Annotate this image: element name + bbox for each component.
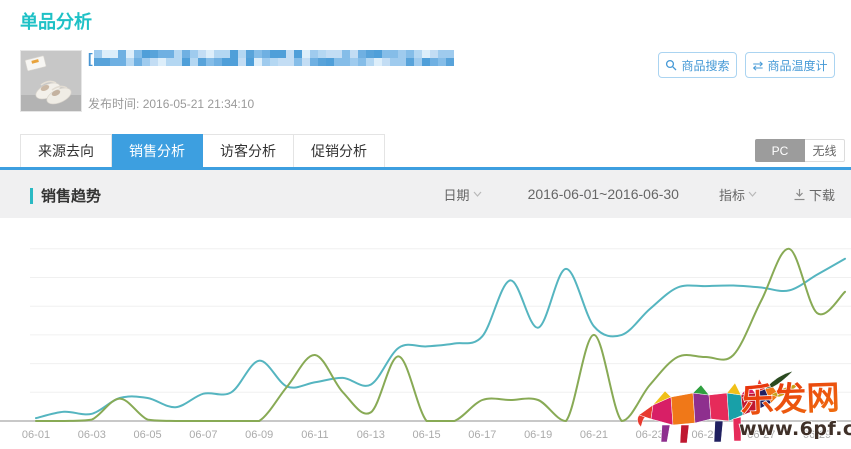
date-dropdown-label: 日期	[444, 185, 470, 204]
svg-text:06-17: 06-17	[468, 429, 496, 441]
download-label: 下载	[809, 185, 835, 204]
toggle-pc[interactable]: PC	[755, 139, 805, 162]
svg-text:06-27: 06-27	[747, 429, 775, 441]
tab-sales-analysis[interactable]: 销售分析	[112, 134, 203, 168]
chevron-down-icon	[473, 191, 482, 197]
sales-trend-chart-area: 06-01 06-03 06-05 06-07 06-09 06-11 06-13 06-15…	[0, 218, 851, 449]
download-icon	[793, 188, 806, 201]
svg-text:06-07: 06-07	[189, 429, 217, 441]
svg-text:06-11: 06-11	[301, 429, 328, 441]
sales-trend-section-bar: 销售趋势 日期 2016-06-01~2016-06-30 指标	[0, 170, 851, 218]
svg-text:06-25: 06-25	[691, 429, 719, 441]
svg-text:06-05: 06-05	[134, 429, 162, 441]
swap-arrows-icon: ⇄	[753, 59, 764, 72]
search-icon	[665, 59, 677, 71]
toggle-wireless[interactable]: 无线	[805, 139, 845, 162]
svg-text:06-29: 06-29	[803, 429, 831, 441]
publish-time-row: 发布时间: 2016-05-21 21:34:10	[88, 95, 254, 112]
date-dropdown[interactable]: 日期	[444, 185, 482, 204]
svg-text:06-23: 06-23	[636, 429, 664, 441]
product-search-button[interactable]: 商品搜索	[658, 52, 737, 78]
tab-visitor-analysis[interactable]: 访客分析	[203, 134, 294, 168]
svg-text:06-13: 06-13	[357, 429, 385, 441]
product-thermometer-label: 商品温度计	[767, 57, 827, 74]
metric-dropdown-label: 指标	[719, 185, 745, 204]
metric-dropdown[interactable]: 指标	[719, 185, 757, 204]
product-thermometer-button[interactable]: ⇄ 商品温度计	[745, 52, 835, 78]
device-toggle: PC 无线	[755, 139, 845, 162]
svg-text:06-21: 06-21	[580, 429, 608, 441]
publish-time-label: 发布时间:	[88, 97, 139, 111]
single-product-analysis-page: 单品分析 [ 发布时间: 2016-05-21 21:34:10	[0, 0, 851, 449]
date-range-value: 2016-06-01~2016-06-30	[528, 186, 679, 202]
section-controls: 日期 2016-06-01~2016-06-30 指标 下载	[444, 170, 835, 218]
product-search-label: 商品搜索	[681, 57, 729, 74]
product-title-bracket: [	[88, 50, 93, 66]
section-title: 销售趋势	[41, 185, 101, 206]
publish-time-value: 2016-05-21 21:34:10	[143, 97, 254, 111]
analysis-tabbar: 来源去向 销售分析 访客分析 促销分析	[20, 134, 385, 168]
svg-text:06-09: 06-09	[245, 429, 273, 441]
svg-text:06-19: 06-19	[524, 429, 552, 441]
tab-source-destination[interactable]: 来源去向	[20, 134, 112, 168]
svg-text:06-01: 06-01	[22, 429, 50, 441]
page-title: 单品分析	[20, 8, 92, 34]
download-button[interactable]: 下载	[793, 185, 835, 204]
redacted-mosaic	[94, 50, 460, 66]
section-title-wrap: 销售趋势	[30, 185, 101, 206]
svg-text:06-03: 06-03	[78, 429, 106, 441]
product-photo	[20, 50, 82, 112]
product-photo-shoes	[21, 51, 82, 112]
section-accent-bar	[30, 188, 33, 204]
sales-trend-line-chart: 06-01 06-03 06-05 06-07 06-09 06-11 06-13 06-15…	[0, 218, 851, 449]
tab-promotion-analysis[interactable]: 促销分析	[294, 134, 385, 168]
svg-text:06-15: 06-15	[412, 429, 440, 441]
product-title-redacted: [	[88, 49, 460, 66]
chevron-down-icon	[748, 191, 757, 197]
